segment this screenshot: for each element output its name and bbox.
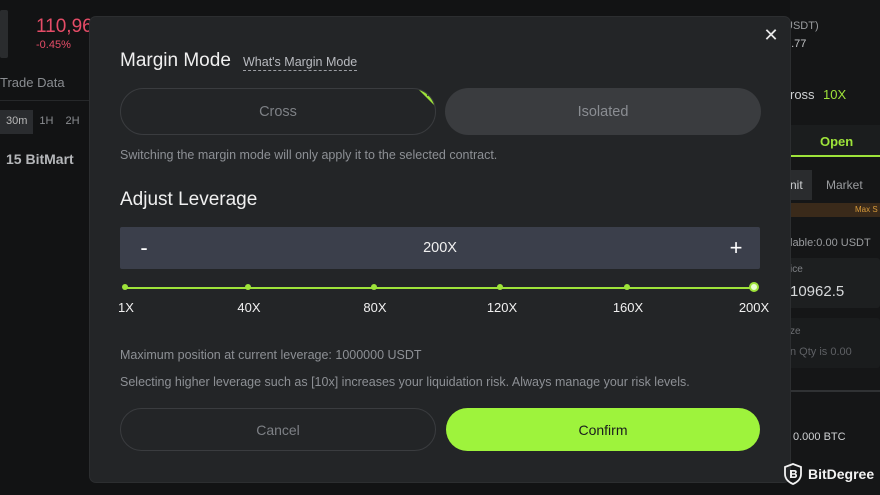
size-slider[interactable] bbox=[790, 390, 880, 392]
increase-leverage-button[interactable]: + bbox=[724, 237, 748, 259]
open-tab-label: Open bbox=[820, 134, 854, 149]
cross-mode-label: Cross bbox=[259, 103, 297, 120]
whats-margin-mode-link[interactable]: What's Margin Mode bbox=[243, 55, 358, 71]
max-label: Max S bbox=[855, 205, 878, 214]
timeframe-1h[interactable]: 1H bbox=[33, 110, 59, 134]
last-price: 110,96 bbox=[36, 16, 93, 37]
close-icon[interactable]: ✕ bbox=[762, 26, 780, 44]
available-balance: lable:0.00 USDT bbox=[790, 237, 871, 249]
watermark-text: BitDegree bbox=[808, 466, 875, 482]
timeframe-2h[interactable]: 2H bbox=[59, 110, 85, 134]
slider-label-120x: 120X bbox=[486, 300, 518, 315]
cancel-button[interactable]: Cancel bbox=[120, 408, 436, 451]
slider-mark-80x[interactable] bbox=[370, 284, 377, 290]
btc-amount: 0.000 BTC bbox=[793, 431, 846, 443]
usdt-label: USDT) bbox=[785, 20, 819, 32]
check-icon: ✓ bbox=[425, 89, 433, 99]
limit-tab-label: nit bbox=[790, 178, 803, 192]
slider-label-40x: 40X bbox=[237, 300, 261, 315]
timeframe-30m[interactable]: 30m bbox=[0, 110, 34, 134]
bitdegree-watermark: BitDegree bbox=[783, 463, 874, 485]
price-input-value: 10962.5 bbox=[790, 283, 845, 300]
trade-data-tab[interactable]: Trade Data bbox=[0, 75, 65, 90]
isolated-mode-button[interactable]: Isolated bbox=[445, 88, 761, 135]
market-tab[interactable]: Market bbox=[826, 178, 863, 192]
risk-warning-text: Selecting higher leverage such as [10x] … bbox=[120, 375, 690, 389]
margin-mode-note: Switching the margin mode will only appl… bbox=[120, 148, 498, 162]
price-change: -0.45% bbox=[36, 39, 71, 51]
slider-mark-120x[interactable] bbox=[497, 284, 503, 290]
size-input-label: ze bbox=[790, 326, 801, 337]
margin-leverage-modal: ✕ Margin Mode What's Margin Mode Cross ✓… bbox=[90, 17, 790, 482]
bitdegree-logo-icon bbox=[784, 463, 802, 485]
leverage-indicator[interactable]: 10X bbox=[823, 87, 846, 102]
timeframe-tabs: 30m 1H 2H bbox=[0, 110, 86, 134]
cross-mode-button[interactable]: Cross ✓ bbox=[120, 88, 436, 135]
margin-mode-indicator[interactable]: ross bbox=[790, 87, 815, 102]
pair-selector[interactable] bbox=[0, 10, 8, 58]
leverage-slider-thumb[interactable] bbox=[749, 282, 759, 292]
leverage-slider-track[interactable] bbox=[125, 287, 754, 289]
divider bbox=[0, 100, 90, 101]
chart-title: 15 BitMart bbox=[6, 151, 74, 167]
slider-label-1x: 1X bbox=[118, 300, 134, 315]
leverage-stepper: - 200X + bbox=[120, 227, 760, 269]
slider-label-200x: 200X bbox=[738, 300, 770, 315]
max-position-text: Maximum position at current leverage: 10… bbox=[120, 348, 422, 362]
slider-mark-40x[interactable] bbox=[245, 284, 251, 290]
isolated-mode-label: Isolated bbox=[577, 103, 629, 120]
decrease-leverage-button[interactable]: - bbox=[132, 237, 156, 259]
slider-mark-1x[interactable] bbox=[122, 284, 128, 290]
slider-label-80x: 80X bbox=[363, 300, 387, 315]
slider-mark-160x[interactable] bbox=[624, 284, 630, 290]
slider-label-160x: 160X bbox=[612, 300, 644, 315]
size-input-placeholder: n Qty is 0.00 bbox=[790, 346, 852, 358]
adjust-leverage-title: Adjust Leverage bbox=[120, 189, 258, 210]
confirm-button[interactable]: Confirm bbox=[446, 408, 760, 451]
leverage-value[interactable]: 200X bbox=[423, 240, 457, 256]
price-input-label: ice bbox=[790, 264, 803, 275]
margin-mode-title: Margin Mode bbox=[120, 50, 231, 71]
